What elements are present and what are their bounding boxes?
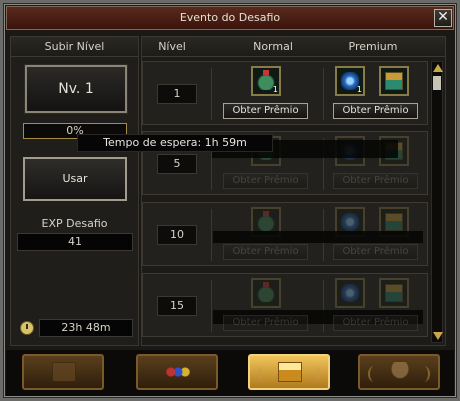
row-level: 1 — [157, 84, 197, 104]
laurel-right-icon — [308, 366, 320, 382]
exp-value: 41 — [17, 233, 133, 251]
tab-treasure[interactable] — [248, 354, 330, 390]
claim-premium-button[interactable]: Obter Prêmio — [333, 103, 418, 119]
laurel-left-icon — [368, 366, 380, 382]
rewards-header: Nível Normal Premium — [142, 37, 445, 57]
exp-label: EXP Desafio — [41, 217, 108, 230]
clock-icon — [20, 321, 34, 335]
claim-normal-button[interactable]: Obter Prêmio — [223, 103, 308, 119]
row-level: 5 — [157, 154, 197, 174]
scroll-up-icon[interactable] — [433, 64, 443, 72]
chest-icon — [385, 213, 403, 231]
orb-icon — [341, 284, 359, 302]
bag-icon — [257, 282, 275, 302]
chest-icon — [385, 284, 403, 302]
claim-premium-button[interactable]: Obter Prêmio — [333, 315, 418, 331]
treasure-chest-icon — [278, 362, 302, 382]
rewards-scrollbar[interactable] — [431, 61, 443, 343]
orb-icon — [341, 213, 359, 231]
claim-normal-button[interactable]: Obter Prêmio — [223, 315, 308, 331]
reward-row: 10 Obter Prêmio Obter Prêmio — [142, 202, 428, 266]
claim-normal-button[interactable]: Obter Prêmio — [223, 244, 308, 260]
tab-gems[interactable] — [136, 354, 218, 390]
reward-orb-icon[interactable] — [335, 278, 365, 308]
reward-bag-icon[interactable] — [251, 278, 281, 308]
reward-row: 1 1 1 Obter Prêmio Obter Prêmio — [142, 61, 428, 125]
column-level: Nível — [158, 40, 186, 53]
laurel-left-icon — [258, 366, 270, 382]
use-button[interactable]: Usar — [23, 157, 127, 201]
scroll-icon — [52, 362, 76, 382]
column-normal: Normal — [253, 40, 293, 53]
bag-icon — [257, 211, 275, 231]
chest-icon — [385, 72, 403, 90]
item-quantity: 1 — [272, 85, 278, 94]
tab-trophy[interactable] — [358, 354, 440, 390]
gems-icon — [166, 362, 190, 382]
row-level: 10 — [157, 225, 197, 245]
level-panel: Subir Nível Nv. 1 0% Usar EXP Desafio 41… — [10, 36, 139, 346]
cooldown-tooltip: Tempo de espera: 1h 59m — [77, 134, 273, 152]
level-button[interactable]: Nv. 1 — [24, 64, 128, 114]
close-button[interactable]: ✕ — [434, 9, 452, 27]
reward-chest-icon[interactable] — [379, 278, 409, 308]
window-title: Evento do Desafio — [6, 6, 454, 30]
tab-scroll[interactable] — [22, 354, 104, 390]
scroll-down-icon[interactable] — [433, 332, 443, 340]
scroll-thumb[interactable] — [433, 76, 441, 90]
reward-bag-icon[interactable]: 1 — [251, 66, 281, 96]
column-premium: Premium — [348, 40, 398, 53]
rewards-list: 1 1 1 Obter Prêmio Obter Prêmio 5 Obter … — [142, 61, 430, 343]
claim-premium-button[interactable]: Obter Prêmio — [333, 244, 418, 260]
event-timer: 23h 48m — [39, 319, 133, 337]
reward-chest-icon[interactable] — [379, 66, 409, 96]
reward-row: 15 Obter Prêmio Obter Prêmio — [142, 273, 428, 337]
reward-orb-icon[interactable]: 1 — [335, 66, 365, 96]
rewards-panel: Nível Normal Premium 1 1 1 Obter Prêmio … — [141, 36, 446, 346]
item-quantity: 1 — [356, 85, 362, 94]
laurel-right-icon — [418, 366, 430, 382]
claim-premium-button[interactable]: Obter Prêmio — [333, 173, 418, 189]
trophy-icon — [388, 362, 412, 382]
bottom-tab-bar — [6, 350, 454, 396]
level-panel-header: Subir Nível — [11, 37, 138, 57]
row-level: 15 — [157, 296, 197, 316]
claim-normal-button[interactable]: Obter Prêmio — [223, 173, 308, 189]
